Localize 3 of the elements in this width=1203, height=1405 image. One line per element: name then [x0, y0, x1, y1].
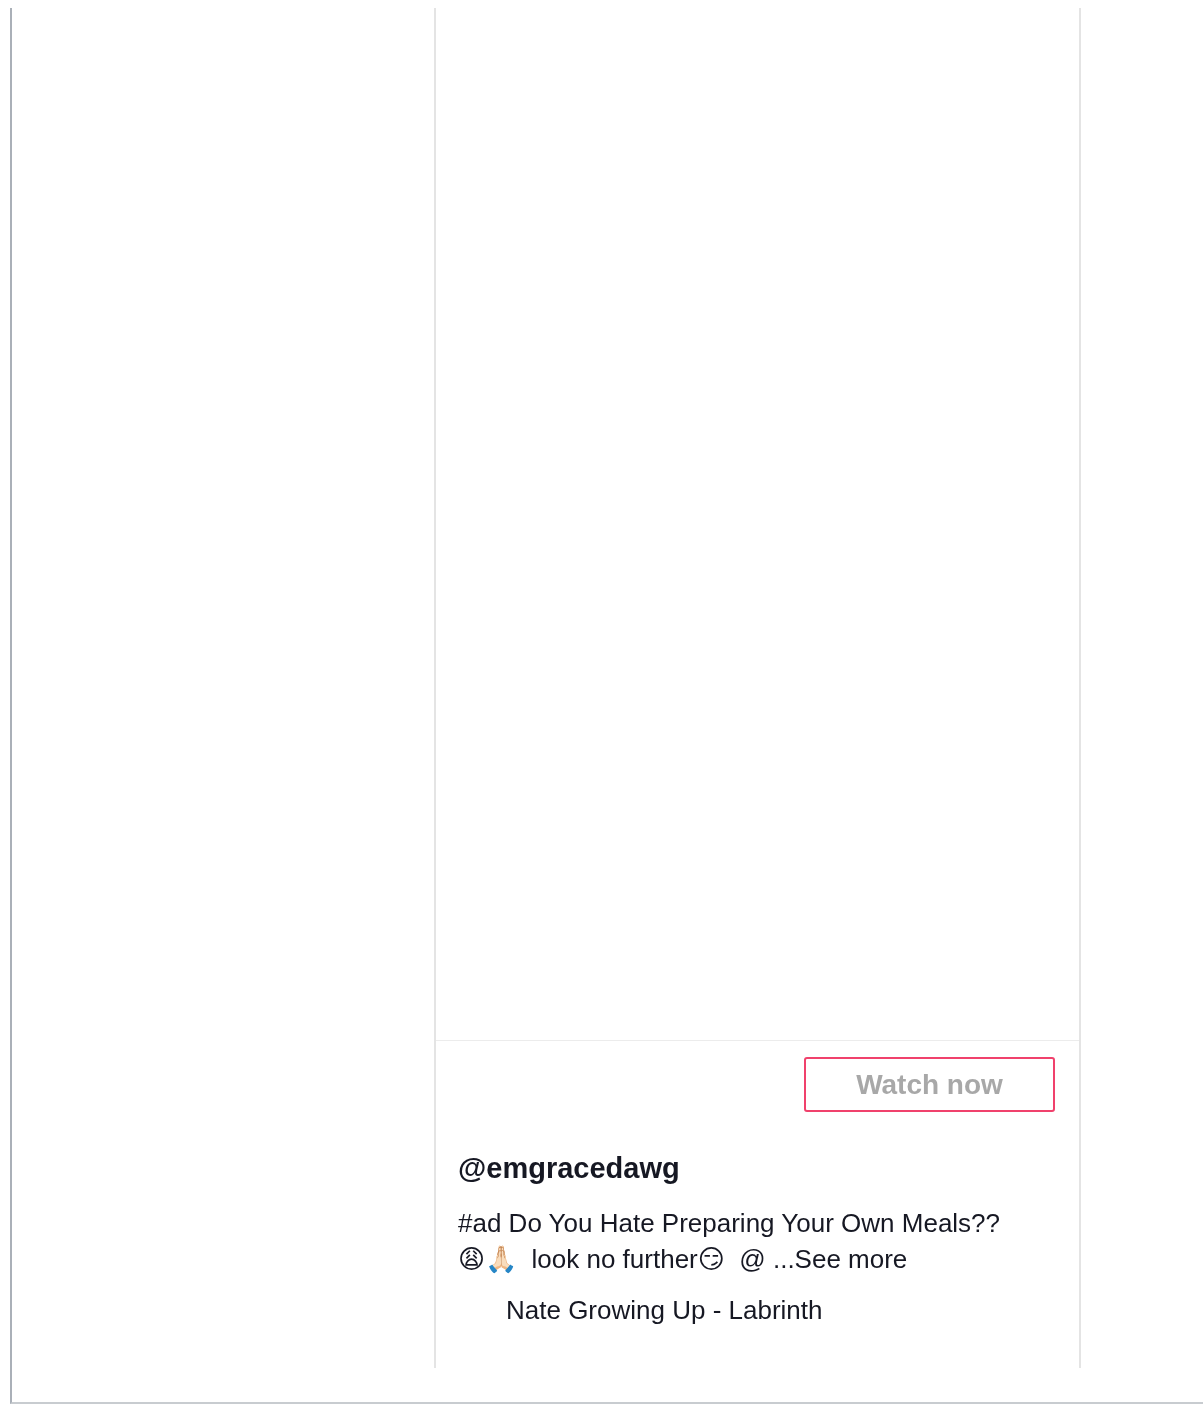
song-title[interactable]: Nate Growing Up - Labrinth — [506, 1295, 1055, 1326]
caption: #ad Do You Hate Preparing Your Own Meals??😩🙏🏻 look no further😏 @ ...See more — [458, 1207, 1002, 1276]
username[interactable]: @emgracedawg — [458, 1152, 1055, 1185]
